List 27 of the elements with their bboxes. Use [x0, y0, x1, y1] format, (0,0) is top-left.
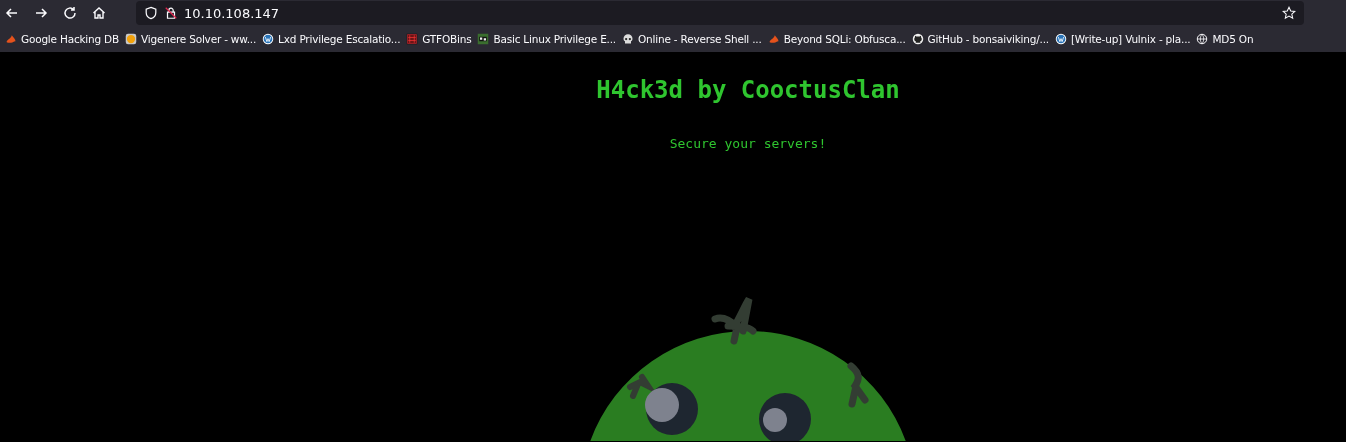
flame-icon — [5, 33, 17, 45]
home-icon[interactable] — [91, 5, 107, 21]
bookmark-link[interactable]: MD5 On — [1193, 33, 1257, 45]
bookmark-link[interactable]: GTFOBins — [403, 33, 475, 45]
bookmark-link[interactable]: Beyond SQLi: Obfusca... — [764, 33, 909, 45]
wordpress-icon — [1054, 33, 1067, 45]
page-heading: H4ck3d by CooctusClan — [596, 76, 900, 104]
bookmark-link[interactable]: Online - Reverse Shell ... — [619, 33, 765, 45]
insecure-lock-icon[interactable] — [164, 6, 178, 20]
page-subheading: Secure your servers! — [669, 136, 827, 151]
bookmark-link[interactable]: Basic Linux Privilege E... — [474, 33, 619, 45]
bookmark-link[interactable]: Vigenere Solver - ww... — [122, 33, 260, 45]
bookmark-link[interactable]: GitHub - bonsaiviking/... — [908, 33, 1052, 45]
bookmark-link[interactable]: Google Hacking DB — [2, 33, 122, 45]
flame-icon — [767, 33, 780, 45]
grid-icon — [406, 33, 419, 45]
shield-icon[interactable] — [144, 6, 158, 20]
star-icon[interactable] — [1282, 6, 1296, 20]
wordpress-icon — [262, 33, 275, 45]
globe-icon — [1196, 33, 1209, 45]
url-text: 10.10.108.147 — [184, 5, 281, 21]
reload-icon[interactable] — [62, 5, 78, 21]
bookmark-link[interactable]: [Write-up] Vulnix - pla... — [1051, 33, 1194, 45]
skull-icon — [622, 33, 634, 45]
address-bar[interactable]: 10.10.108.147 — [136, 1, 1304, 25]
github-icon — [911, 33, 924, 45]
bookmark-link[interactable]: Lxd Privilege Escalatio... — [259, 33, 404, 45]
